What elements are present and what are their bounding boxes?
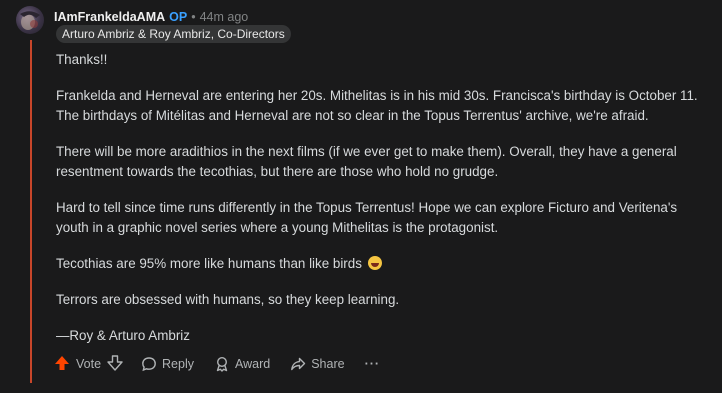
separator-dot: • <box>191 10 196 24</box>
share-arrow-icon <box>291 357 306 371</box>
downvote-arrow-icon[interactable] <box>107 354 123 374</box>
comment-actions-bar: Vote Reply Award Share ··· <box>54 354 400 374</box>
avatar[interactable] <box>16 6 44 34</box>
thread-line[interactable] <box>30 40 32 383</box>
comment-signature: —Roy & Arturo Ambriz <box>56 328 190 343</box>
username-link[interactable]: IAmFrankeldaAMA <box>54 10 165 24</box>
user-flair: Arturo Ambriz & Roy Ambriz, Co-Directors <box>56 25 291 43</box>
award-button[interactable]: Award <box>214 356 270 372</box>
comment-body: Thanks!! Frankelda and Herneval are ente… <box>56 50 706 362</box>
share-label: Share <box>311 357 345 371</box>
more-options-button[interactable]: ··· <box>365 357 381 371</box>
comment-paragraph: Terrors are obsessed with humans, so the… <box>56 292 400 307</box>
comment-paragraph: Frankelda and Herneval are entering her … <box>56 88 698 123</box>
comment-paragraph-text: Tecothias are 95% more like humans than … <box>56 256 362 271</box>
more-options-icon: ··· <box>364 357 381 371</box>
share-button[interactable]: Share <box>290 356 345 372</box>
comment-paragraph: There will be more aradithios in the nex… <box>56 144 677 179</box>
avatar-illustration <box>20 11 40 30</box>
award-ribbon-icon <box>216 356 228 372</box>
upvote-arrow-icon[interactable] <box>54 355 70 374</box>
reply-button[interactable]: Reply <box>141 356 194 372</box>
award-label: Award <box>235 357 271 371</box>
reply-label: Reply <box>162 357 194 371</box>
timestamp[interactable]: 44m ago <box>200 10 249 24</box>
op-badge: OP <box>169 10 188 24</box>
speech-bubble-icon <box>142 357 156 372</box>
vote-label: Vote <box>76 357 102 371</box>
comment-paragraph: Hard to tell since time runs differently… <box>56 200 678 235</box>
comment-header: IAmFrankeldaAMA OP • 44m ago <box>54 8 248 26</box>
comment-paragraph: Thanks!! <box>56 52 108 67</box>
comment-paragraph-with-emoji: Tecothias are 95% more like humans than … <box>56 254 706 274</box>
grinning-face-emoji-icon <box>367 256 382 270</box>
vote-group: Vote <box>54 354 123 374</box>
